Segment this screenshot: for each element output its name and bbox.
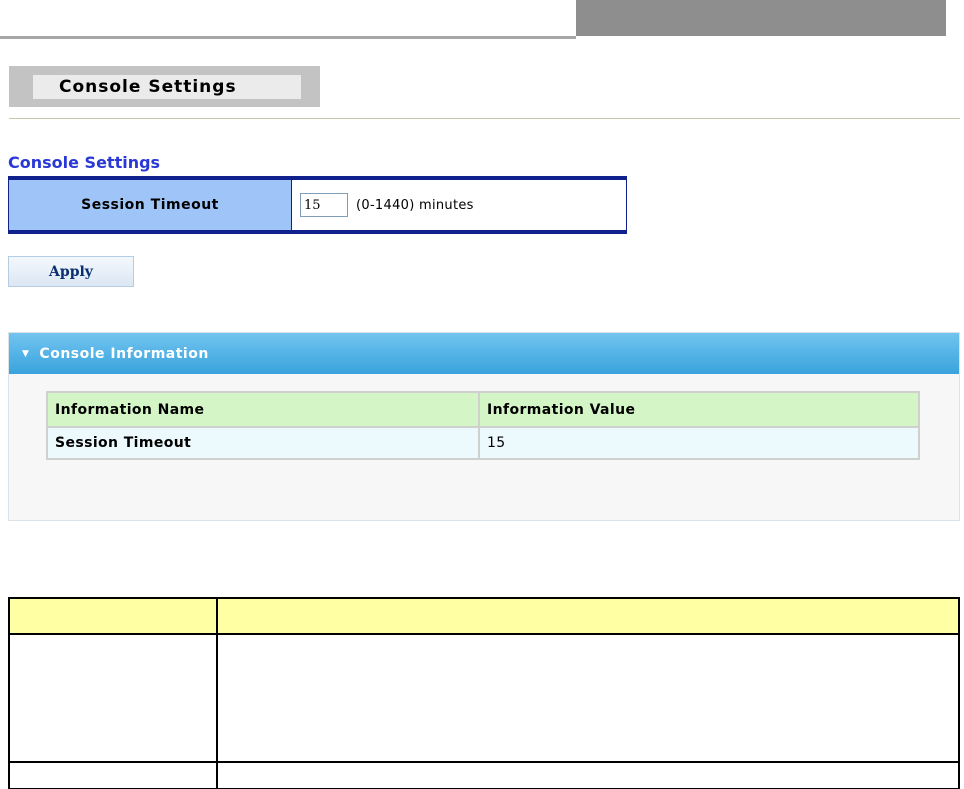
console-settings-table: Session Timeout (0-1440) minutes xyxy=(8,176,627,234)
console-information-panel: ▼ Console Information Information Name I… xyxy=(8,332,960,521)
description-cell-1 xyxy=(8,633,218,763)
console-settings-heading: Console Settings xyxy=(8,153,161,172)
console-information-title: Console Information xyxy=(39,345,209,362)
title-separator xyxy=(9,118,960,119)
table-header-row: Information Name Information Value xyxy=(46,391,920,428)
description-row xyxy=(8,633,960,763)
description-cell-3 xyxy=(8,761,218,789)
column-header-name: Information Name xyxy=(46,391,480,428)
top-gray-bar xyxy=(576,0,946,36)
apply-button[interactable]: Apply xyxy=(8,256,134,287)
session-timeout-cell: (0-1440) minutes xyxy=(292,180,626,230)
column-header-value: Information Value xyxy=(478,391,920,428)
description-header-cell-2 xyxy=(216,597,960,635)
session-timeout-hint: (0-1440) minutes xyxy=(356,197,474,213)
description-header-cell-1 xyxy=(8,597,218,635)
page-title-block: Console Settings xyxy=(9,66,320,107)
table-row: Session Timeout 15 xyxy=(46,426,920,460)
info-name-cell: Session Timeout xyxy=(46,426,480,460)
top-divider-line xyxy=(0,36,576,39)
description-cell-4 xyxy=(216,761,960,789)
description-header-row xyxy=(8,597,960,635)
triangle-down-icon: ▼ xyxy=(22,348,30,359)
description-table xyxy=(8,597,960,789)
console-information-table: Information Name Information Value Sessi… xyxy=(46,391,920,460)
session-timeout-label: Session Timeout xyxy=(9,180,292,230)
session-timeout-input[interactable] xyxy=(300,193,348,217)
page-title: Console Settings xyxy=(33,75,301,99)
info-value-cell: 15 xyxy=(478,426,920,460)
description-row-last xyxy=(8,761,960,789)
description-cell-2 xyxy=(216,633,960,763)
console-information-header[interactable]: ▼ Console Information xyxy=(9,333,959,374)
